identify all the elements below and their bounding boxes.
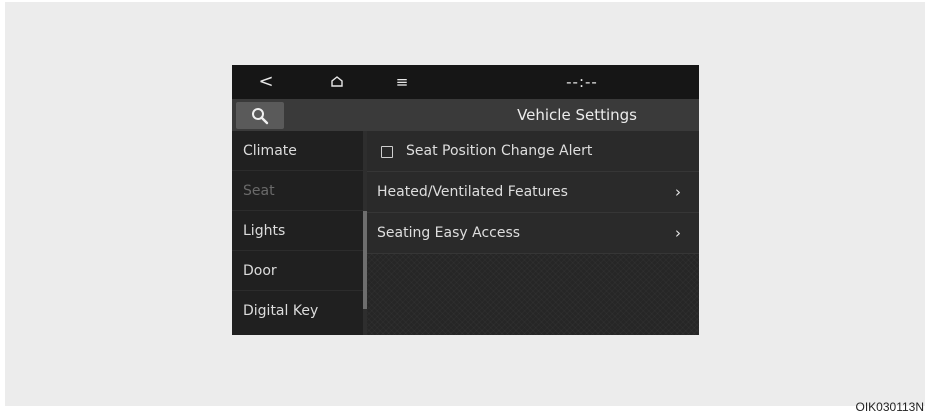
chevron-right-icon: › — [675, 183, 681, 201]
row-label: Heated/Ventilated Features — [377, 184, 568, 200]
menu-icon: ≡ — [395, 73, 409, 91]
chevron-left-icon: < — [258, 71, 274, 92]
home-icon — [331, 76, 343, 87]
sidebar-item-seat[interactable]: Seat — [232, 171, 363, 211]
chevron-right-icon: › — [675, 224, 681, 242]
seat-position-change-alert-checkbox[interactable] — [381, 146, 393, 158]
sidebar-item-lights[interactable]: Lights — [232, 211, 363, 251]
settings-content: Seat Position Change Alert Heated/Ventil… — [367, 131, 699, 335]
sidebar-item-label: Seat — [243, 183, 275, 199]
sidebar-item-digital-key[interactable]: Digital Key — [232, 291, 363, 331]
clock: --:-- — [566, 73, 598, 91]
sidebar-item-label: Digital Key — [243, 303, 319, 319]
seating-easy-access-row[interactable]: Seating Easy Access › — [367, 213, 699, 254]
page-title: Vehicle Settings — [517, 106, 637, 124]
sidebar-item-label: Lights — [243, 223, 286, 239]
sidebar-item-door[interactable]: Door — [232, 251, 363, 291]
back-button[interactable]: < — [254, 65, 278, 99]
row-label: Seat Position Change Alert — [406, 143, 593, 159]
sidebar: Climate Seat Lights Door Digital Key — [232, 131, 363, 335]
menu-button[interactable]: ≡ — [390, 65, 414, 99]
figure-code: OIK030113N — [855, 400, 925, 414]
sidebar-item-label: Door — [243, 263, 277, 279]
heated-ventilated-features-row[interactable]: Heated/Ventilated Features › — [367, 172, 699, 213]
top-bar: < ≡ --:-- — [232, 65, 699, 99]
sidebar-item-climate[interactable]: Climate — [232, 131, 363, 171]
row-label: Seating Easy Access — [377, 225, 521, 241]
infotainment-screen: < ≡ --:-- Vehicle Settings Climate Seat — [232, 65, 699, 335]
search-button[interactable] — [236, 102, 284, 129]
sidebar-item-label: Climate — [243, 143, 297, 159]
seat-position-change-alert-row[interactable]: Seat Position Change Alert — [367, 131, 699, 172]
home-button[interactable] — [325, 76, 349, 87]
title-bar: Vehicle Settings — [232, 99, 699, 131]
search-icon — [252, 108, 269, 125]
